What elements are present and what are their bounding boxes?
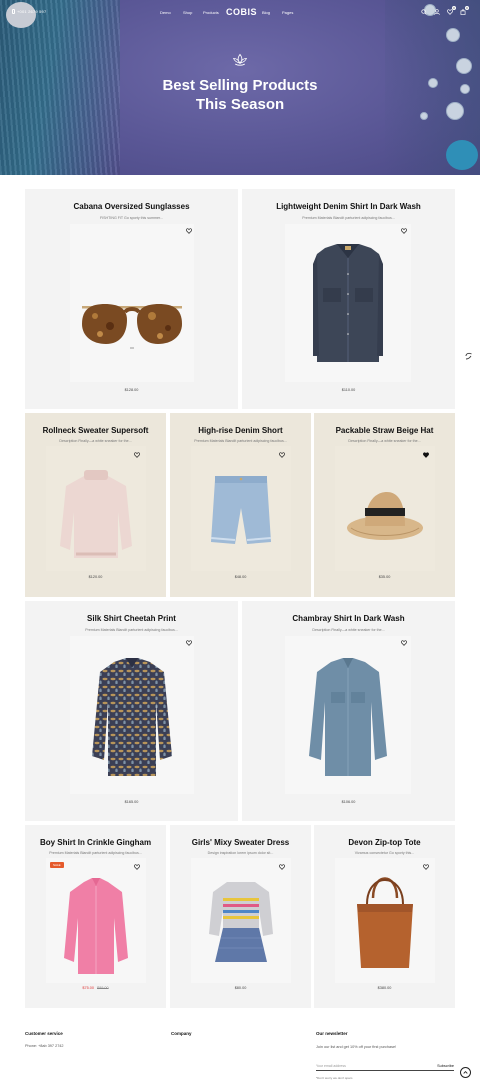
footer-heading-company: Company [171,1031,192,1036]
wishlist-heart-icon[interactable] [401,640,407,646]
site-logo[interactable]: COBIS [226,7,257,17]
product-price: $48.00 [234,575,247,579]
product-price: $128.00 [124,388,139,392]
site-footer: Customer service Phone: +8ab 397 2742 Co… [0,1010,480,1089]
wishlist-heart-icon[interactable] [401,228,407,234]
search-icon[interactable] [421,9,427,15]
product-title[interactable]: Girls' Mixy Sweater Dress [170,838,311,847]
cart-count: 0 [465,6,469,10]
product-price: $120.00 [88,575,103,579]
product-desc: Description Finally—a white sneaker for … [348,439,421,443]
product-price: $75.00 $89.00 [25,986,166,990]
product-image[interactable] [335,858,435,983]
product-card[interactable]: Boy Shirt In Crinkle Gingham Premium Mat… [25,825,166,1008]
product-image[interactable] [70,224,194,382]
product-image[interactable] [46,446,146,571]
wishlist-heart-icon[interactable] [279,864,285,870]
product-title[interactable]: Packable Straw Beige Hat [314,426,455,435]
product-price: $35.00 [378,575,391,579]
sale-badge: SALE [50,862,64,868]
product-card[interactable]: Cabana Oversized Sunglasses FISHTING FIT… [25,189,238,409]
product-card[interactable]: Silk Shirt Cheetah Print Premium Materia… [25,601,238,821]
product-title[interactable]: Silk Shirt Cheetah Print [25,614,238,623]
footer-heading-newsletter: Our newsletter [316,1031,348,1036]
footer-phone[interactable]: Phone: +8ab 397 2742 [25,1044,64,1048]
hero-title-line-1: Best Selling Products [162,77,318,94]
side-scroll-arrow-icon[interactable] [464,348,474,360]
product-image[interactable] [285,224,411,382]
wishlist-heart-icon[interactable]: 0 [447,6,456,15]
product-price: $110.00 [341,388,356,392]
nav-products[interactable]: Products [203,10,219,15]
cart-icon[interactable]: 0 [460,6,469,15]
product-price: $80.00 [234,986,247,990]
hero-banner: +001 2679 597 Demo Shop Products COBIS B… [0,0,480,175]
product-desc: Premium Materials Blandit parturient adi… [85,628,178,632]
wishlist-heart-icon[interactable] [134,864,140,870]
product-desc: Premium Materials Blandit parturient adi… [49,851,142,855]
hero-title-line-2: This Season [195,96,285,113]
product-desc: Premium Materials Blandit parturient adi… [302,216,395,220]
product-card[interactable]: Chambray Shirt In Dark Wash Description … [242,601,455,821]
product-title[interactable]: Boy Shirt In Crinkle Gingham [25,838,166,847]
header-phone[interactable]: +001 2679 597 [12,9,46,14]
user-icon[interactable] [434,9,440,15]
product-desc: Premium Materials Blandit parturient adi… [194,439,287,443]
newsletter-text: Join our list and get 10% off your first… [316,1045,397,1049]
phone-icon [12,9,15,14]
product-title[interactable]: Lightweight Denim Shirt In Dark Wash [242,202,455,211]
newsletter-note: *Don't worry we don't spam [316,1076,353,1080]
old-price: $89.00 [97,986,109,990]
newsletter-email-input[interactable]: Your email address Subscribe [316,1064,454,1071]
product-image[interactable] [191,446,291,571]
nav-demo[interactable]: Demo [160,10,171,15]
product-desc: Description Finally—a white sneaker for … [312,628,385,632]
product-card[interactable]: Packable Straw Beige Hat Description Fin… [314,413,455,597]
product-card[interactable]: Lightweight Denim Shirt In Dark Wash Pre… [242,189,455,409]
product-title[interactable]: Devon Zip-top Tote [314,838,455,847]
wishlist-heart-icon[interactable] [423,864,429,870]
product-title[interactable]: High-rise Denim Short [170,426,311,435]
product-image[interactable] [335,446,435,571]
wishlist-heart-icon[interactable] [423,452,429,458]
email-placeholder: Your email address [316,1064,346,1068]
product-desc: Description Finally—a white sneaker for … [59,439,132,443]
product-image[interactable] [285,636,411,794]
nav-shop[interactable]: Shop [183,10,192,15]
nav-blog[interactable]: Blog [262,10,270,15]
back-to-top-button[interactable] [460,1067,471,1078]
wishlist-heart-icon[interactable] [186,228,192,234]
product-image[interactable] [191,858,291,983]
product-card[interactable]: Devon Zip-top Tote Vivamus consectetur G… [314,825,455,1008]
product-card[interactable]: High-rise Denim Short Premium Materials … [170,413,311,597]
product-desc: FISHTING FIT Go sporty this summer... [99,216,164,220]
product-image[interactable] [46,858,146,983]
product-title[interactable]: Rollneck Sweater Supersoft [25,426,166,435]
product-price: $106.00 [341,800,356,804]
arrow-up-icon [463,1070,468,1074]
product-card[interactable]: Rollneck Sweater Supersoft Description F… [25,413,166,597]
nav-pages[interactable]: Pages [282,10,293,15]
product-image[interactable] [70,636,194,794]
product-price: $165.00 [124,800,139,804]
wishlist-heart-icon[interactable] [186,640,192,646]
sale-price: $75.00 [82,986,94,990]
product-desc: Vivamus consectetur Go sporty this... [354,851,415,855]
wishlist-heart-icon[interactable] [279,452,285,458]
product-title[interactable]: Chambray Shirt In Dark Wash [242,614,455,623]
product-card[interactable]: Girls' Mixy Sweater Dress Design inspira… [170,825,311,1008]
footer-heading-customer-service: Customer service [25,1031,63,1036]
product-desc: Design inspiration lorem ipsum dolor sit… [207,851,274,855]
subscribe-button[interactable]: Subscribe [437,1064,454,1068]
product-title[interactable]: Cabana Oversized Sunglasses [25,202,238,211]
product-price: $380.00 [377,986,392,990]
wishlist-count: 0 [452,6,456,10]
wishlist-heart-icon[interactable] [134,452,140,458]
top-navigation: +001 2679 597 Demo Shop Products COBIS B… [0,0,480,26]
lotus-icon [232,52,248,68]
